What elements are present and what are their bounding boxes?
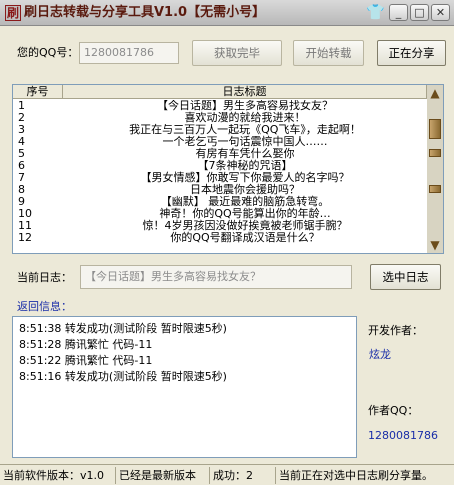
sharing-button[interactable]: 正在分享	[377, 40, 446, 66]
list-rows: 1 【今日话题】男生多高容易找女友？ 2 喜欢动漫的就给我进来！ 3 我正在与三百万人一起…	[13, 100, 427, 253]
select-log-button[interactable]: 选中日志	[370, 264, 441, 290]
current-log-input[interactable]: 【今日话题】男生多高容易找女友？	[80, 265, 352, 289]
app-icon: 刷	[5, 5, 21, 21]
maximize-button[interactable]: □	[410, 4, 429, 21]
developer-label: 开发作者：	[368, 324, 423, 337]
developer-name: 炫龙	[369, 348, 391, 361]
status-version: 当前软件版本：v1.0	[0, 467, 116, 484]
scroll-up-icon[interactable]: ▲	[427, 85, 443, 101]
return-info-box[interactable]: 8:51:38 转发成功(测试阶段 暂时限速5秒) 8:51:28 腾讯繁忙 代码…	[12, 316, 357, 458]
author-qq-label: 作者QQ：	[368, 404, 419, 417]
table-row[interactable]: 12 你的QQ号翻译成汉语是什么？	[13, 232, 427, 244]
fetch-done-button[interactable]: 获取完毕	[192, 40, 282, 66]
status-success-count: 成功：2	[210, 467, 276, 484]
current-log-label: 当前日志：	[17, 271, 72, 284]
scroll-thumb[interactable]	[429, 119, 441, 139]
status-bar: 当前软件版本：v1.0 已经是最新版本 成功：2 当前正在对选中日志刷分享量。	[0, 464, 454, 485]
scroll-down-icon[interactable]: ▼	[427, 237, 443, 253]
column-header-index[interactable]: 序号	[13, 85, 63, 99]
status-latest: 已经是最新版本	[116, 467, 210, 484]
title-bar[interactable]: 刷 刷日志转载与分享工具V1.0【无需小号】 👕 _ □ ✕	[0, 0, 454, 26]
minimize-button[interactable]: _	[389, 4, 408, 21]
column-header-title[interactable]: 日志标题	[63, 85, 427, 99]
close-button[interactable]: ✕	[431, 4, 450, 21]
qq-label: 您的QQ号：	[17, 46, 79, 59]
author-qq-value: 1280081786	[368, 429, 438, 442]
log-line: 8:51:28 腾讯繁忙 代码-11	[19, 338, 153, 351]
log-line: 8:51:22 腾讯繁忙 代码-11	[19, 354, 153, 367]
qq-input[interactable]: 1280081786	[79, 42, 179, 64]
list-header: 序号 日志标题	[13, 85, 427, 99]
start-repost-button[interactable]: 开始转载	[293, 40, 364, 66]
scroll-thumb-marker	[429, 149, 441, 157]
return-info-label: 返回信息：	[17, 300, 72, 313]
skin-icon[interactable]: 👕	[366, 3, 385, 21]
log-line: 8:51:38 转发成功(测试阶段 暂时限速5秒)	[19, 322, 227, 335]
status-message: 当前正在对选中日志刷分享量。	[279, 469, 433, 482]
log-list[interactable]: 序号 日志标题 1 【今日话题】男生多高容易找女友？ 2 喜欢动漫的就给我进来！ 3 我正…	[12, 84, 444, 254]
window-title: 刷日志转载与分享工具V1.0【无需小号】	[24, 5, 266, 20]
row-title: 你的QQ号翻译成汉语是什么？	[170, 231, 320, 244]
list-scrollbar[interactable]: ▲ ▼	[427, 85, 443, 253]
row-index: 12	[18, 231, 32, 244]
log-line: 8:51:16 转发成功(测试阶段 暂时限速5秒)	[19, 370, 227, 383]
scroll-thumb-marker-lower	[429, 185, 441, 193]
